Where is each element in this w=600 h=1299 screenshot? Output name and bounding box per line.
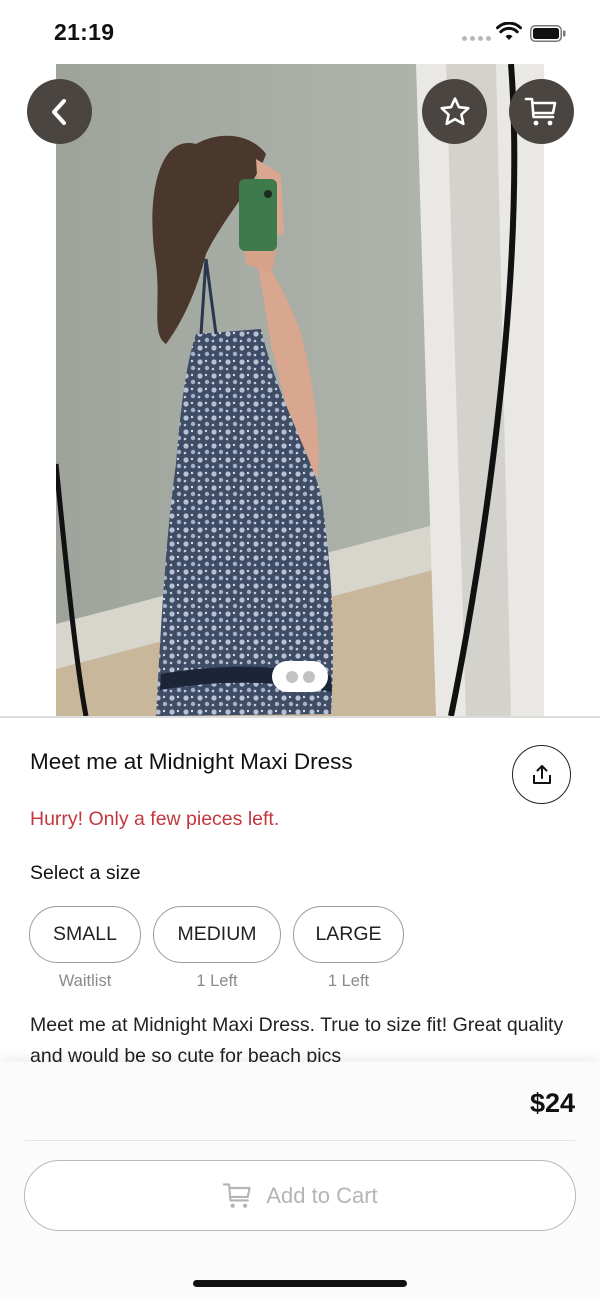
status-bar: 21:19 bbox=[0, 0, 600, 64]
size-availability-small: Waitlist bbox=[58, 972, 112, 990]
share-icon bbox=[532, 764, 551, 784]
size-option-small[interactable]: SMALL bbox=[29, 906, 141, 963]
battery-icon bbox=[530, 25, 566, 42]
product-title: Meet me at Midnight Maxi Dress bbox=[30, 749, 353, 774]
size-availability-large: 1 Left bbox=[327, 972, 370, 990]
product-image[interactable] bbox=[56, 64, 544, 716]
size-availability-medium: 1 Left bbox=[196, 972, 238, 990]
size-option-large[interactable]: LARGE bbox=[293, 906, 404, 963]
pager-dot[interactable] bbox=[285, 670, 298, 683]
add-to-cart-label: Add to Cart bbox=[266, 1182, 378, 1208]
size-selector-label: Select a size bbox=[30, 862, 141, 884]
purchase-divider bbox=[25, 1140, 575, 1141]
product-price: $24 bbox=[529, 1088, 575, 1118]
size-option-medium[interactable]: MEDIUM bbox=[153, 906, 281, 963]
image-divider bbox=[0, 716, 600, 718]
share-button[interactable] bbox=[512, 745, 571, 804]
back-button[interactable] bbox=[27, 79, 92, 144]
chevron-left-icon bbox=[51, 98, 66, 125]
image-pager[interactable] bbox=[272, 661, 328, 692]
star-outline-icon bbox=[439, 96, 470, 125]
signal-icon bbox=[462, 36, 491, 41]
home-indicator[interactable] bbox=[193, 1280, 407, 1287]
pager-dot[interactable] bbox=[302, 670, 315, 683]
cart-icon bbox=[223, 1182, 251, 1208]
cart-icon bbox=[524, 97, 556, 125]
cart-button[interactable] bbox=[509, 79, 574, 144]
stock-warning: Hurry! Only a few pieces left. bbox=[30, 808, 280, 830]
status-time: 21:19 bbox=[54, 19, 115, 45]
wifi-icon bbox=[496, 22, 522, 40]
add-to-cart-button[interactable]: Add to Cart bbox=[24, 1160, 576, 1231]
favorite-button[interactable] bbox=[422, 79, 487, 144]
